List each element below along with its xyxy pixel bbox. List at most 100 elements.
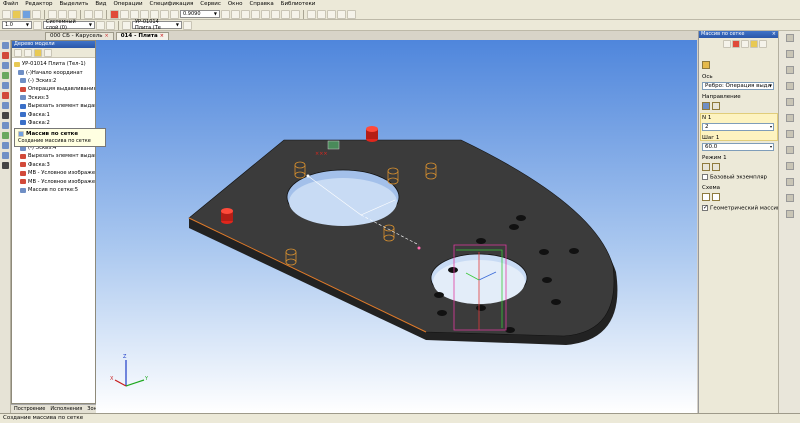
panel-tab-icon[interactable] [785,130,794,138]
axis-field[interactable]: Ребро: Операция выдавливания:1▼ [702,82,774,90]
direction-forward-icon[interactable] [702,102,710,110]
panel-tab-icon[interactable] [785,34,794,42]
tree-order-icon[interactable] [14,48,22,57]
dimensions-icon[interactable] [1,112,9,119]
tree-node[interactable]: (-) Эскиз:2 [12,77,95,85]
array-icon[interactable] [1,92,9,99]
mode-length-icon[interactable] [711,163,720,171]
sketch-icon[interactable] [1,62,9,69]
zoom-window-icon[interactable] [170,9,179,19]
wireframe-icon[interactable] [271,9,280,19]
cut-icon[interactable] [48,9,57,19]
tree-node[interactable]: МВ - Условное изображе [12,169,95,177]
close-icon[interactable]: × [105,33,109,40]
scheme-list-icon[interactable] [702,193,710,201]
menu-item[interactable]: Файл [3,0,18,9]
rotate-icon[interactable] [241,9,250,19]
help-icon[interactable] [741,39,749,48]
base-instance-checkbox[interactable] [702,174,708,180]
menu-item[interactable]: Спецификация [150,0,194,9]
step1-field[interactable]: 60.0 ▾ [702,143,774,151]
tree-node[interactable]: МВ - Условное изображе [12,177,95,185]
panel-settings-icon[interactable] [759,39,767,48]
shaded-icon[interactable] [261,9,270,19]
direction-reverse-icon[interactable] [711,102,720,110]
surfaces-icon[interactable] [1,82,9,89]
panel-tab-icon[interactable] [785,98,794,106]
print-icon[interactable] [32,9,41,19]
viewport-canvas[interactable]: ××× Z Y X [96,40,697,413]
view-combo[interactable]: УР-01014 Плита (Те ▼ [132,19,182,31]
hidden-lines-icon[interactable] [281,9,290,19]
geometric-array-row[interactable]: Геометрический массив [702,204,780,212]
panel-tab-icon[interactable] [785,210,794,218]
grid-icon[interactable] [106,20,115,30]
perspective-icon[interactable] [291,9,300,19]
scheme-edit-icon[interactable] [711,193,720,201]
direction-marker[interactable] [327,140,340,150]
menu-item[interactable]: Редактор [25,0,52,9]
filter-icon[interactable] [317,9,326,19]
diagnostics-icon[interactable] [1,132,9,139]
undo-icon[interactable] [84,9,93,19]
layer-icon[interactable] [33,20,42,30]
spec-icon[interactable] [1,162,9,169]
close-icon[interactable]: × [772,31,776,38]
library-icon[interactable] [347,9,356,19]
copy-icon[interactable] [58,9,67,19]
open-file-icon[interactable] [12,9,21,19]
tree-tab[interactable]: Исполнения [50,406,82,412]
object-icon[interactable] [702,61,710,69]
zoom-combo[interactable]: 0.9090 ▼ [180,10,220,18]
menu-item[interactable]: Сервис [200,0,221,9]
tree-node[interactable]: Фаска:1 [12,110,95,118]
menu-item[interactable]: Вид [95,0,106,9]
panel-tab-icon[interactable] [785,50,794,58]
filter-tool-icon[interactable] [1,152,9,159]
stop-icon[interactable] [732,39,740,48]
tree-node[interactable]: Вырезать элемент выдав [12,152,95,160]
3d-viewport[interactable]: ××× Z Y X [96,40,697,413]
properties-icon[interactable] [130,9,139,19]
geometric-array-checkbox[interactable] [702,204,708,211]
n1-field[interactable]: 2 ▾ [702,123,774,131]
menu-item[interactable]: Справка [249,0,273,9]
extrude-icon[interactable] [1,52,9,59]
panel-tab-icon[interactable] [785,178,794,186]
save-icon[interactable] [22,9,31,19]
tab-plate[interactable]: 014 - Плита × [115,32,169,40]
view-orientation-icon[interactable] [251,9,260,19]
menu-item[interactable]: Операции [113,0,142,9]
tree-settings-icon[interactable] [44,48,52,57]
tree-node[interactable]: Фаска:2 [12,119,95,127]
pin-icon[interactable] [750,39,758,48]
zoom-in-icon[interactable] [150,9,159,19]
tree-node[interactable]: Операция выдавливания [12,85,95,93]
zoom-out-icon[interactable] [160,9,169,19]
pan-icon[interactable] [231,9,240,19]
tab-assembly[interactable]: 000 СБ - Карусель × [45,32,114,40]
mode-step-icon[interactable] [702,163,710,171]
redo-icon[interactable] [94,9,103,19]
snap-icon[interactable] [327,9,336,19]
tree-node[interactable]: Вырезать элемент выдав [12,102,95,110]
panel-tab-icon[interactable] [785,66,794,74]
tree-node[interactable]: УР-01014 Плита (Тел-1) [12,60,95,68]
panel-tab-icon[interactable] [785,162,794,170]
settings-icon[interactable] [183,20,192,30]
panel-tab-icon[interactable] [785,146,794,154]
coord-system-combo[interactable]: Системный слой (0) ▼ [43,19,95,31]
create-object-icon[interactable] [723,39,731,48]
tree-tab[interactable]: Построение [14,406,45,412]
section-icon[interactable] [307,9,316,19]
orientation-icon[interactable] [122,20,131,30]
aux-geometry-icon[interactable] [1,102,9,109]
stop-icon[interactable] [110,9,119,19]
measure-icon[interactable] [337,9,346,19]
tree-node[interactable]: Массив по сетке:5 [12,186,95,194]
panel-tab-icon[interactable] [785,194,794,202]
tree-node[interactable]: Фаска:3 [12,161,95,169]
base-instance-row[interactable]: Базовый экземпляр [702,174,767,181]
menu-item[interactable]: Выделить [59,0,88,9]
stepper-icon[interactable]: ▾ [770,124,772,130]
